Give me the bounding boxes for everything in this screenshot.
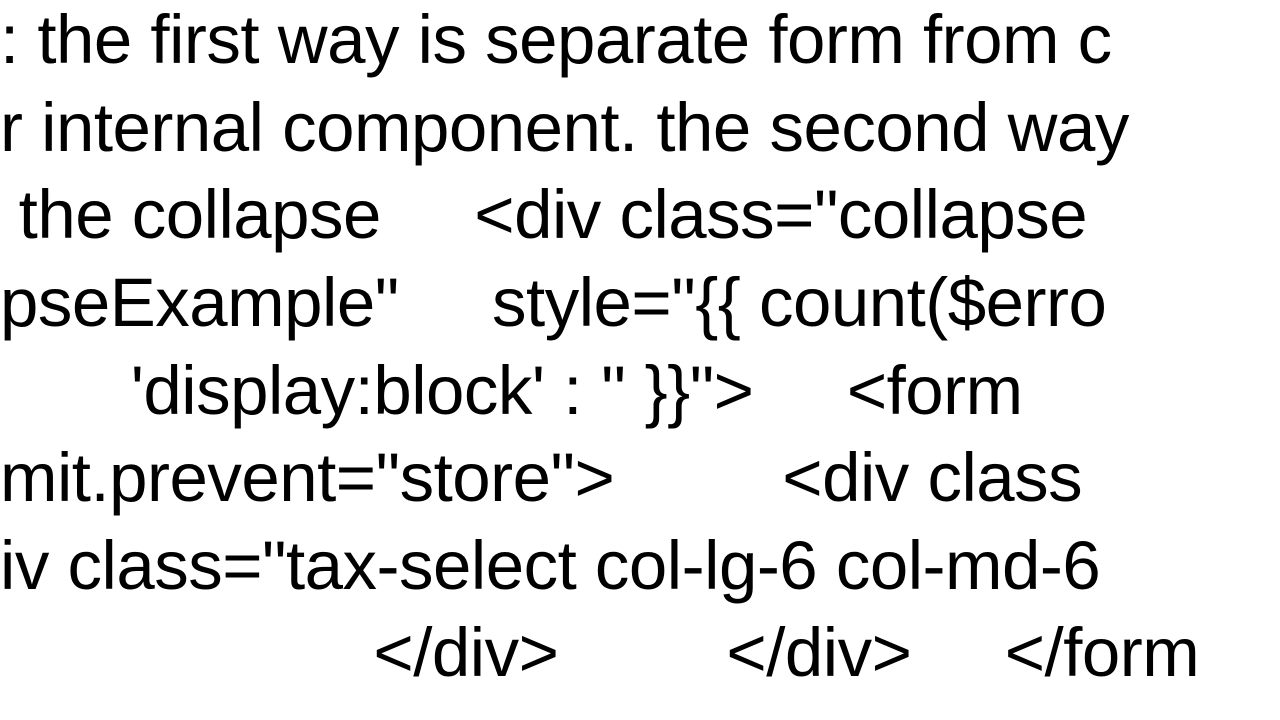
text-line-5: 'display:block' : '' }}"> <form xyxy=(0,352,1023,429)
text-line-1: : the first way is separate form from c xyxy=(0,1,1112,78)
text-line-3: the collapse <div class="collapse xyxy=(0,176,1087,253)
document-text-block: : the first way is separate form from c … xyxy=(0,0,1199,697)
text-line-4: pseExample" style="{{ count($erro xyxy=(0,264,1106,341)
text-line-6: mit.prevent="store"> <div class xyxy=(0,439,1082,516)
text-line-2: r internal component. the second way xyxy=(0,89,1129,166)
text-line-7: iv class="tax-select col-lg-6 col-md-6 xyxy=(0,527,1100,604)
text-line-8: </div> </div> </form xyxy=(0,614,1199,691)
